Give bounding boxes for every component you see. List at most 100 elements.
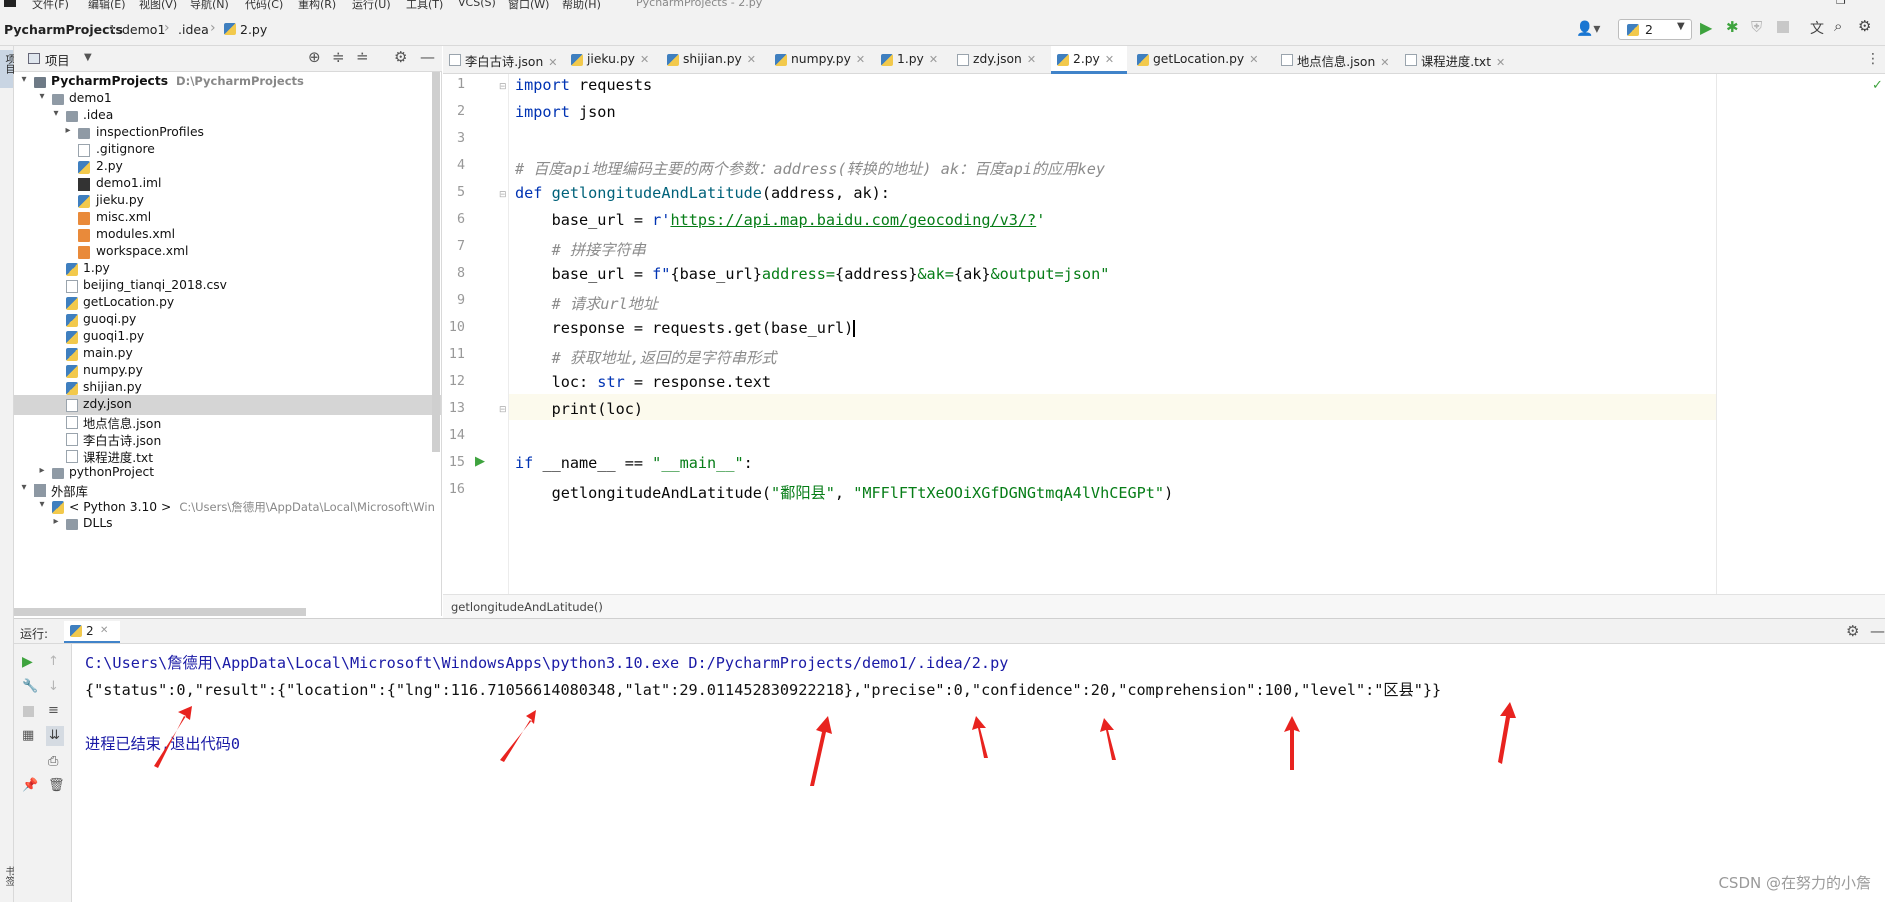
tree-item-label: jieku.py	[96, 193, 144, 207]
url-link[interactable]: https://api.map.baidu.com/geocoding/v3/?	[670, 211, 1036, 229]
run-panel-title: 运行:	[20, 627, 49, 641]
menu-run[interactable]: 运行(U)	[352, 0, 391, 10]
tab-shijian-py[interactable]: shijian.py ✕	[661, 46, 765, 74]
menu-tools[interactable]: 工具(T)	[406, 0, 443, 10]
fold-icon[interactable]: ⊟	[499, 405, 507, 415]
chevron-down-icon[interactable]: ▾	[18, 482, 30, 493]
inspection-ok-icon[interactable]: ✓	[1872, 78, 1883, 93]
stop-icon[interactable]	[1777, 21, 1789, 33]
line-number: 4	[456, 158, 465, 173]
locate-file-icon[interactable]: ⊕	[308, 48, 321, 66]
code-line-8: base_url = f"{base_url}address={address}…	[515, 265, 1110, 283]
menu-view[interactable]: 视图(V)	[139, 0, 177, 10]
search-icon[interactable]: ⌕	[1834, 17, 1842, 35]
restore-window-icon[interactable]: ❐	[1836, 0, 1846, 7]
run-console[interactable]: C:\Users\詹德用\AppData\Local\Microsoft\Win…	[72, 644, 1885, 902]
chevron-down-icon[interactable]: ▾	[50, 108, 62, 119]
tab-menu-icon[interactable]: ⋮	[1866, 51, 1880, 67]
menu-help[interactable]: 帮助(H)	[562, 0, 601, 10]
breadcrumb-idea[interactable]: .idea	[178, 22, 209, 37]
tab-zdy-json[interactable]: zdy.json ✕	[951, 46, 1047, 74]
scroll-down-icon[interactable]: ↓	[48, 679, 62, 694]
tab-location-json[interactable]: 地点信息.json ✕	[1275, 46, 1395, 74]
soft-wrap-icon[interactable]: ≡	[48, 703, 62, 718]
chevron-right-icon[interactable]: ▸	[62, 125, 74, 136]
structure-breadcrumb[interactable]: getlongitudeAndLatitude()	[451, 600, 603, 614]
run-gutter-icon[interactable]: ▶	[475, 454, 485, 469]
close-tab-icon[interactable]: ✕	[929, 53, 938, 66]
debug-icon[interactable]: ✱	[1726, 18, 1739, 36]
project-panel-title[interactable]: 项目	[45, 51, 70, 69]
stop-icon[interactable]	[23, 706, 34, 717]
run-tab[interactable]: 2 ✕	[64, 621, 120, 643]
tab-progress-txt[interactable]: 课程进度.txt ✕	[1399, 46, 1515, 74]
menu-refactor[interactable]: 重构(R)	[298, 0, 336, 10]
layout-icon[interactable]: ▦	[22, 728, 36, 743]
trash-icon[interactable]: 🗑	[48, 778, 65, 793]
chevron-down-icon[interactable]: ▼	[84, 52, 92, 63]
close-tab-icon[interactable]: ✕	[1496, 56, 1505, 69]
chevron-down-icon[interactable]: ▾	[18, 74, 30, 85]
coverage-icon[interactable]: ⛨	[1751, 18, 1762, 36]
run-panel-settings-icon[interactable]: ⚙	[1846, 622, 1859, 640]
chevron-right-icon[interactable]: ▸	[36, 465, 48, 476]
close-tab-icon[interactable]: ✕	[1380, 56, 1389, 69]
collapse-all-icon[interactable]: ≐	[356, 48, 369, 66]
menu-navigate[interactable]: 导航(N)	[190, 0, 229, 10]
settings-gear-icon[interactable]: ⚙	[1858, 17, 1871, 35]
tab-1-py[interactable]: 1.py ✕	[875, 46, 947, 74]
hide-panel-icon[interactable]: —	[420, 48, 435, 66]
tree-item-label: demo1.iml	[96, 176, 162, 190]
run-config-select[interactable]: 2 ▼	[1618, 19, 1692, 40]
chevron-down-icon: ▼	[1677, 21, 1685, 32]
menu-vcs[interactable]: VCS(S)	[458, 0, 496, 9]
tab-jieku-py[interactable]: jieku.py ✕	[565, 46, 657, 74]
tab-2-py[interactable]: 2.py ✕	[1051, 46, 1127, 74]
line-number: 16	[448, 482, 465, 497]
close-tab-icon[interactable]: ✕	[1027, 53, 1036, 66]
chevron-down-icon[interactable]: ▾	[36, 91, 48, 102]
translate-icon[interactable]: 文	[1810, 18, 1824, 38]
fold-icon[interactable]: ⊟	[499, 190, 507, 200]
tree-scrollbar[interactable]	[432, 72, 440, 452]
code-line-6: base_url = r'https://api.map.baidu.com/g…	[515, 211, 1046, 229]
menu-code[interactable]: 代码(C)	[245, 0, 283, 10]
close-tab-icon[interactable]: ✕	[640, 53, 649, 66]
breadcrumb-file[interactable]: 2.py	[240, 22, 267, 37]
chevron-right-icon[interactable]: ▸	[50, 516, 62, 527]
menu-edit[interactable]: 编辑(E)	[88, 0, 126, 10]
wrench-icon[interactable]: 🔧	[22, 679, 38, 694]
menu-file[interactable]: 文件(F)	[32, 0, 69, 10]
scroll-up-icon[interactable]: ↑	[48, 654, 62, 669]
close-tab-icon[interactable]: ✕	[747, 53, 756, 66]
fold-icon[interactable]: ⊟	[499, 82, 507, 92]
panel-settings-icon[interactable]: ⚙	[394, 48, 407, 66]
close-tab-icon[interactable]: ✕	[1249, 53, 1258, 66]
project-tool-window-button[interactable]: 项目	[0, 50, 14, 88]
run-toolbar: ▶ ↑ 🔧 ↓ ≡ ⇊ ▦ ⎙ 📌 🗑	[14, 644, 72, 902]
close-tab-icon[interactable]: ✕	[1105, 53, 1114, 66]
tab-libai-json[interactable]: 李白古诗.json ✕	[443, 46, 561, 74]
tab-numpy-py[interactable]: numpy.py ✕	[769, 46, 871, 74]
run-icon[interactable]: ▶	[1700, 18, 1712, 37]
close-tab-icon[interactable]: ✕	[856, 53, 865, 66]
menu-window[interactable]: 窗口(W)	[508, 0, 549, 10]
hide-panel-icon[interactable]: —	[1870, 622, 1885, 640]
tree-item-dlls[interactable]: ▸ DLLs	[14, 514, 441, 534]
rerun-icon[interactable]: ▶	[22, 654, 36, 670]
user-account-icon[interactable]: 👤▾	[1576, 21, 1600, 37]
pin-icon[interactable]: 📌	[22, 778, 38, 793]
code-editor[interactable]: import requests import json # 百度api地理编码主…	[509, 74, 1716, 594]
folder-icon	[78, 128, 90, 139]
close-tab-icon[interactable]: ✕	[100, 625, 108, 636]
breadcrumb-project[interactable]: PycharmProjects	[4, 22, 123, 37]
line-number: 13	[448, 401, 465, 416]
print-icon[interactable]: ⎙	[48, 754, 62, 769]
tab-getlocation-py[interactable]: getLocation.py ✕	[1131, 46, 1271, 74]
scroll-to-end-icon: ⇊	[49, 728, 60, 743]
breadcrumb-demo1[interactable]: demo1	[122, 22, 165, 37]
chevron-down-icon[interactable]: ▾	[36, 499, 48, 510]
expand-all-icon[interactable]: ≑	[332, 48, 345, 66]
close-tab-icon[interactable]: ✕	[548, 56, 557, 69]
tree-horizontal-scrollbar[interactable]	[14, 608, 306, 616]
